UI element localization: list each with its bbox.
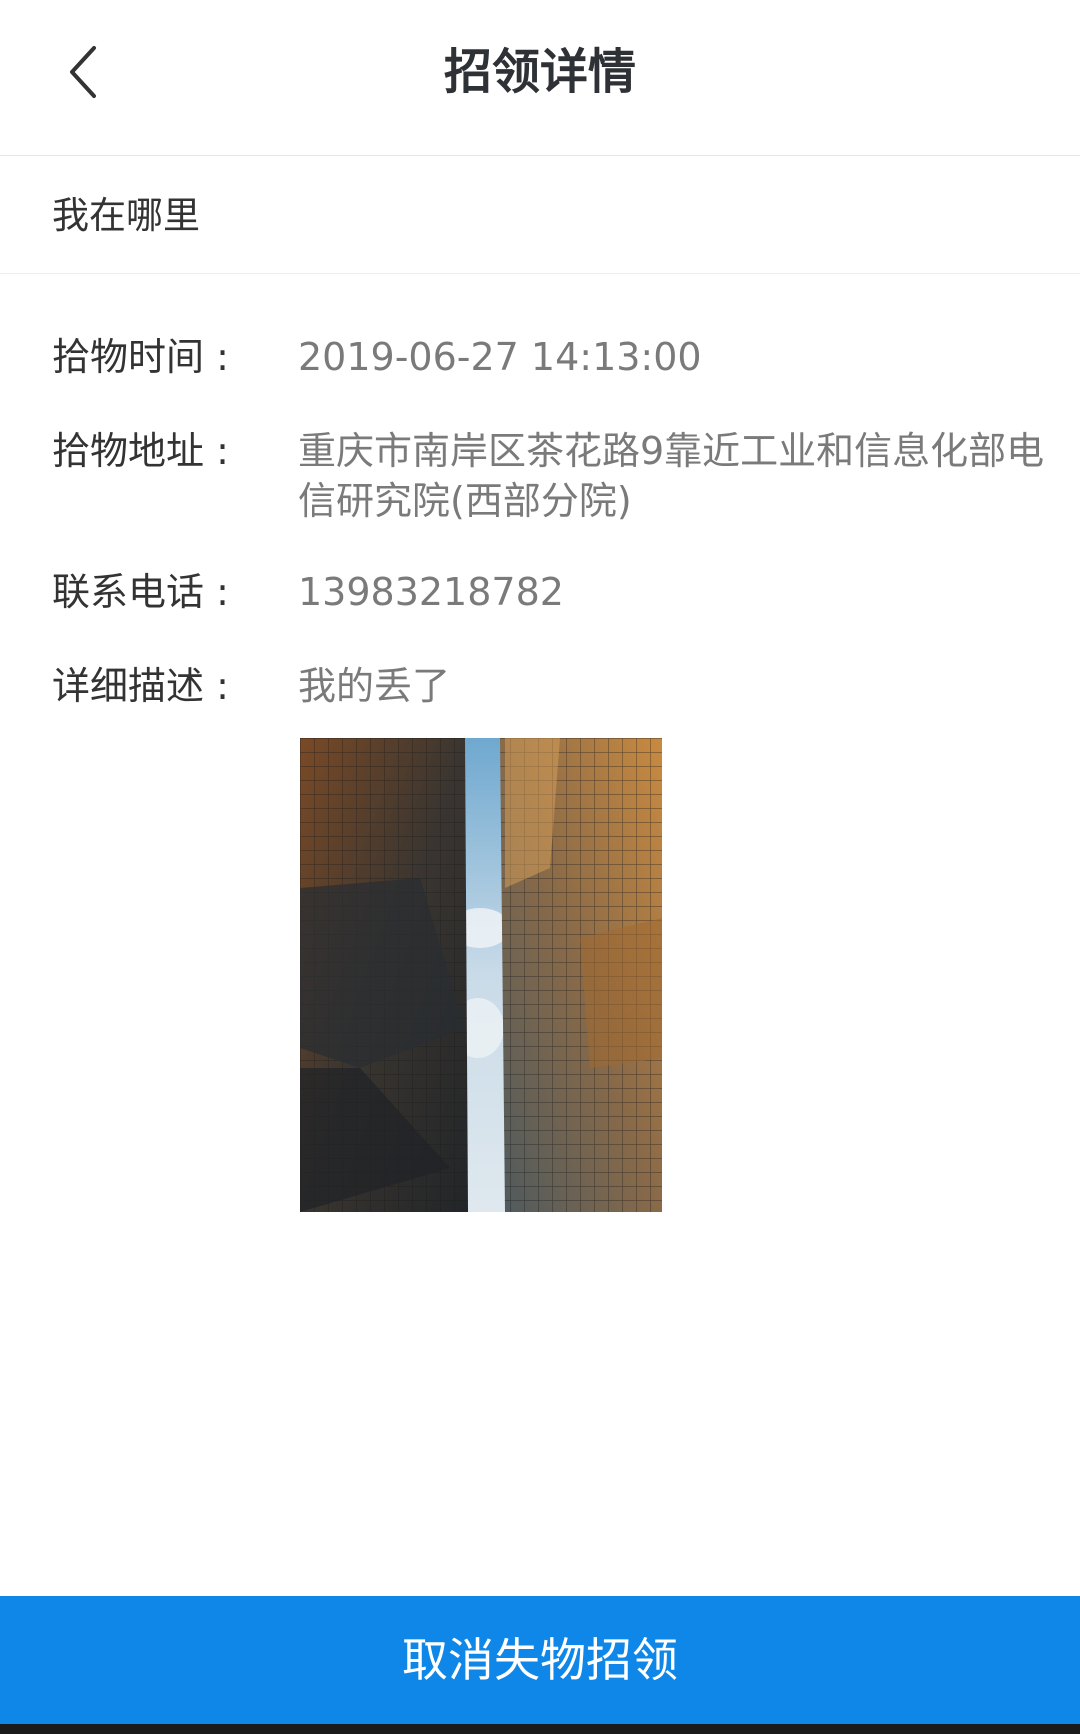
pickup-time-label: 拾物时间 : <box>52 335 229 379</box>
pickup-address-label: 拾物地址 : <box>52 429 229 473</box>
cancel-lost-found-button[interactable]: 取消失物招领 <box>0 1596 1080 1724</box>
pickup-address-value: 重庆市南岸区茶花路9靠近工业和信息化部电信研究院(西部分院) <box>298 429 1045 523</box>
contact-phone-row: 联系电话 : 13983218782 <box>52 567 1032 617</box>
page-title: 招领详情 <box>443 44 636 100</box>
system-nav-strip <box>0 1724 1080 1734</box>
contact-phone-label: 联系电话 : <box>52 570 229 614</box>
pickup-time-value: 2019-06-27 14:13:00 <box>298 335 702 379</box>
pickup-address-row: 拾物地址 : 重庆市南岸区茶花路9靠近工业和信息化部电信研究院(西部分院) <box>52 426 1044 526</box>
description-value: 我的丢了 <box>298 664 451 708</box>
description-row: 详细描述 : 我的丢了 <box>52 661 1032 711</box>
item-photo[interactable] <box>300 738 662 1212</box>
top-nav-bar: 招领详情 <box>0 0 1080 156</box>
location-section: 我在哪里 <box>0 156 1080 274</box>
contact-phone-value[interactable]: 13983218782 <box>298 567 1058 617</box>
pickup-time-row: 拾物时间 : 2019-06-27 14:13:00 <box>52 332 1032 382</box>
section-title: 我在哪里 <box>52 194 200 237</box>
building-photo-image <box>300 738 662 1212</box>
description-label: 详细描述 : <box>52 664 229 708</box>
